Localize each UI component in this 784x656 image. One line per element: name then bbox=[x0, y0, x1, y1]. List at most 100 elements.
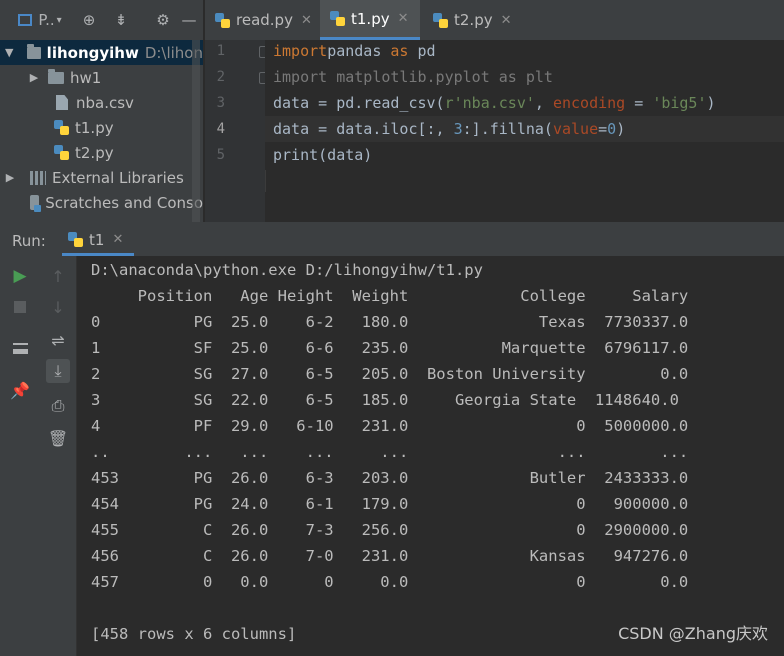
tab-label: t1.py bbox=[351, 9, 390, 28]
code-token: import matplotlib.pyplot as plt bbox=[273, 68, 553, 86]
console-line: .. ... ... ... ... ... ... bbox=[91, 443, 689, 461]
code-token: encoding bbox=[552, 94, 626, 112]
console-line: 2 SG 27.0 6-5 205.0 Boston University 0.… bbox=[91, 365, 689, 383]
project-toolbar: P.. ▾ ⊕ ⇟ ⚙ — bbox=[0, 0, 203, 41]
csv-file-icon bbox=[56, 95, 68, 110]
code-token: pandas bbox=[327, 42, 391, 60]
arrow-down-icon[interactable]: ↓ bbox=[46, 295, 70, 319]
code-token: 'big5' bbox=[652, 94, 707, 112]
code-line: importpandas as pd bbox=[273, 42, 436, 60]
tree-item-hw1[interactable]: ▶ hw1 bbox=[0, 65, 203, 90]
code-token: r'nba.csv' bbox=[444, 94, 535, 112]
run-console[interactable]: D:\anaconda\python.exe D:/lihongyihw/t1.… bbox=[77, 256, 784, 656]
console-line: 3 SG 22.0 6-5 185.0 Georgia State 114864… bbox=[91, 391, 679, 409]
line-number: 5 bbox=[216, 147, 225, 163]
tree-item-nba-csv[interactable]: nba.csv bbox=[0, 90, 203, 115]
console-line: 456 C 26.0 7-0 231.0 Kansas 947276.0 bbox=[91, 547, 689, 565]
close-icon[interactable]: ✕ bbox=[398, 11, 409, 26]
tab-t2-py[interactable]: t2.py ✕ bbox=[423, 0, 543, 40]
arrow-up-icon[interactable]: ↑ bbox=[46, 264, 70, 288]
tab-label: read.py bbox=[236, 11, 293, 29]
project-tree: ▼ lihongyihw D:\lihon ▶ hw1 nba.csv t1.p… bbox=[0, 40, 203, 222]
code-token: , bbox=[534, 94, 553, 112]
code-token: import bbox=[273, 42, 328, 60]
code-line: import matplotlib.pyplot as plt bbox=[273, 68, 553, 86]
tree-item-label: Scratches and Conso bbox=[45, 193, 203, 212]
trash-icon[interactable]: 🗑 bbox=[46, 426, 70, 450]
watermark-text: CSDN @Zhang庆欢 bbox=[618, 624, 768, 643]
tree-item-scratches[interactable]: Scratches and Conso bbox=[0, 190, 203, 215]
scratch-icon bbox=[30, 195, 42, 212]
code-line: print(data) bbox=[273, 146, 372, 164]
layout-icon[interactable] bbox=[8, 336, 32, 360]
code-line: data = pd.read_csv(r'nba.csv', encoding … bbox=[273, 94, 716, 112]
python-file-icon bbox=[54, 145, 69, 160]
console-line: [458 rows x 6 columns] bbox=[91, 625, 297, 643]
console-line: 4 PF 29.0 6-10 231.0 0 5000000.0 bbox=[91, 417, 689, 435]
console-line: D:\anaconda\python.exe D:/lihongyihw/t1.… bbox=[91, 261, 483, 279]
run-tab-label: t1 bbox=[89, 230, 105, 249]
console-line: 453 PG 26.0 6-3 203.0 Butler 2433333.0 bbox=[91, 469, 689, 487]
tree-item-label: t1.py bbox=[75, 118, 114, 137]
expand-arrow-icon[interactable]: ▶ bbox=[4, 171, 16, 184]
code-token: data = pd.read_csv( bbox=[273, 94, 445, 112]
code-token: ) bbox=[706, 94, 716, 112]
project-view-selector[interactable]: P.. ▾ bbox=[12, 9, 68, 31]
tree-item-root[interactable]: ▼ lihongyihw D:\lihon bbox=[0, 40, 203, 65]
run-label: Run: bbox=[12, 232, 46, 250]
console-line: 457 0 0.0 0 0.0 0 0.0 bbox=[91, 573, 689, 591]
tab-label: t2.py bbox=[454, 11, 493, 29]
python-file-icon bbox=[215, 12, 230, 28]
editor-gutter: 1 2 3 4 5 bbox=[205, 40, 269, 222]
crosshair-icon[interactable]: ⊕ bbox=[78, 9, 100, 31]
print-icon[interactable]: ⎙ bbox=[46, 394, 70, 418]
hide-icon[interactable]: — bbox=[180, 9, 198, 31]
tree-item-t2-py[interactable]: t2.py bbox=[0, 140, 203, 165]
soft-wrap-icon[interactable]: ⇌ bbox=[46, 328, 70, 352]
tree-item-label: t2.py bbox=[75, 143, 114, 162]
tree-item-external-libraries[interactable]: ▶ External Libraries bbox=[0, 165, 203, 190]
console-line: 1 SF 25.0 6-6 235.0 Marquette 6796117.0 bbox=[91, 339, 689, 357]
gear-icon[interactable]: ⚙ bbox=[152, 9, 174, 31]
scroll-to-end-icon[interactable]: ⤓ bbox=[46, 359, 70, 383]
code-token: value bbox=[552, 120, 599, 138]
tree-item-t1-py[interactable]: t1.py bbox=[0, 115, 203, 140]
expand-arrow-icon[interactable]: ▶ bbox=[28, 71, 40, 84]
run-tab-t1[interactable]: t1 ✕ bbox=[62, 226, 134, 256]
code-line: data = data.iloc[:, 3:].fillna(value=0) bbox=[273, 120, 625, 138]
code-token: :].fillna( bbox=[462, 120, 553, 138]
expand-arrow-icon[interactable]: ▼ bbox=[4, 46, 15, 59]
code-token: data = data.iloc[:, bbox=[273, 120, 454, 138]
run-toolbar-primary: ▶ 📌 bbox=[0, 256, 40, 656]
code-token: print(data) bbox=[273, 146, 373, 164]
indent-guide bbox=[265, 170, 266, 192]
python-file-icon bbox=[433, 12, 448, 28]
folder-icon bbox=[26, 43, 41, 59]
editor-tab-bar: read.py ✕ t1.py ✕ t2.py ✕ bbox=[205, 0, 784, 41]
stop-icon[interactable] bbox=[8, 295, 32, 319]
code-token: 3 bbox=[453, 120, 463, 138]
console-line: 454 PG 24.0 6-1 179.0 0 900000.0 bbox=[91, 495, 689, 513]
chevron-down-icon: ▾ bbox=[56, 14, 62, 26]
line-number: 3 bbox=[216, 95, 225, 111]
project-window-icon bbox=[18, 14, 33, 26]
code-token: as bbox=[390, 42, 409, 60]
tree-item-label: External Libraries bbox=[52, 168, 184, 187]
python-file-icon bbox=[330, 11, 345, 26]
tab-read-py[interactable]: read.py ✕ bbox=[205, 0, 337, 40]
console-line: 0 PG 25.0 6-2 180.0 Texas 7730337.0 bbox=[91, 313, 689, 331]
line-number: 4 bbox=[216, 121, 225, 137]
code-editor[interactable]: importpandas as pd import matplotlib.pyp… bbox=[265, 40, 784, 222]
close-icon[interactable]: ✕ bbox=[301, 13, 312, 28]
close-icon[interactable]: ✕ bbox=[501, 13, 512, 28]
close-icon[interactable]: ✕ bbox=[112, 232, 123, 247]
tab-t1-py[interactable]: t1.py ✕ bbox=[320, 0, 420, 40]
rerun-icon[interactable]: ▶ bbox=[8, 264, 32, 288]
pin-icon[interactable]: 📌 bbox=[8, 378, 32, 402]
line-number: 1 bbox=[216, 43, 225, 59]
project-scrollbar[interactable] bbox=[192, 40, 200, 222]
collapse-icon[interactable]: ⇟ bbox=[110, 9, 132, 31]
console-line: 455 C 26.0 7-3 256.0 0 2900000.0 bbox=[91, 521, 689, 539]
code-token: 0 bbox=[607, 120, 617, 138]
run-tool-header: Run: t1 ✕ bbox=[0, 226, 784, 257]
